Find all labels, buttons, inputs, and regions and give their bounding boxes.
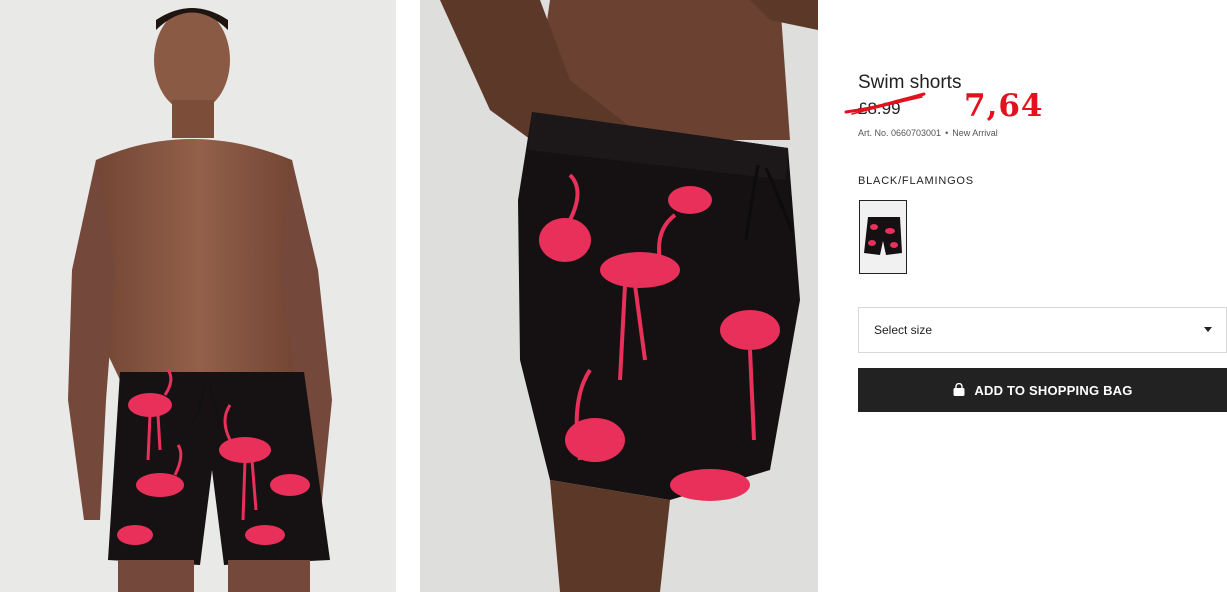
add-to-shopping-bag-button[interactable]: ADD TO SHOPPING BAG (858, 368, 1227, 412)
color-swatch-black-flamingos[interactable] (859, 200, 907, 274)
article-number: Art. No. 0660703001 (858, 128, 942, 138)
add-to-bag-label: ADD TO SHOPPING BAG (974, 382, 1133, 398)
size-select-label: Select size (874, 323, 933, 337)
size-select[interactable]: Select size (858, 307, 1227, 353)
model-front-illustration (0, 0, 396, 592)
color-name: BLACK/FLAMINGOS (858, 175, 974, 187)
new-price: 7,64 (964, 88, 1044, 124)
price-strikethrough-mark (844, 92, 926, 115)
meta-separator: • (945, 128, 949, 138)
new-arrival-badge: New Arrival (952, 128, 998, 138)
model-side-illustration (420, 0, 818, 592)
chevron-down-icon (1204, 327, 1212, 332)
product-image-front[interactable] (0, 0, 396, 592)
swatch-thumbnail (860, 201, 906, 273)
product-info-panel: Swim shorts £8.99 7,64 Art. No. 06607030… (844, 0, 1227, 592)
shopping-bag-icon (952, 382, 966, 397)
product-meta: Art. No. 0660703001 • New Arrival (858, 128, 998, 138)
product-image-side[interactable] (420, 0, 818, 592)
